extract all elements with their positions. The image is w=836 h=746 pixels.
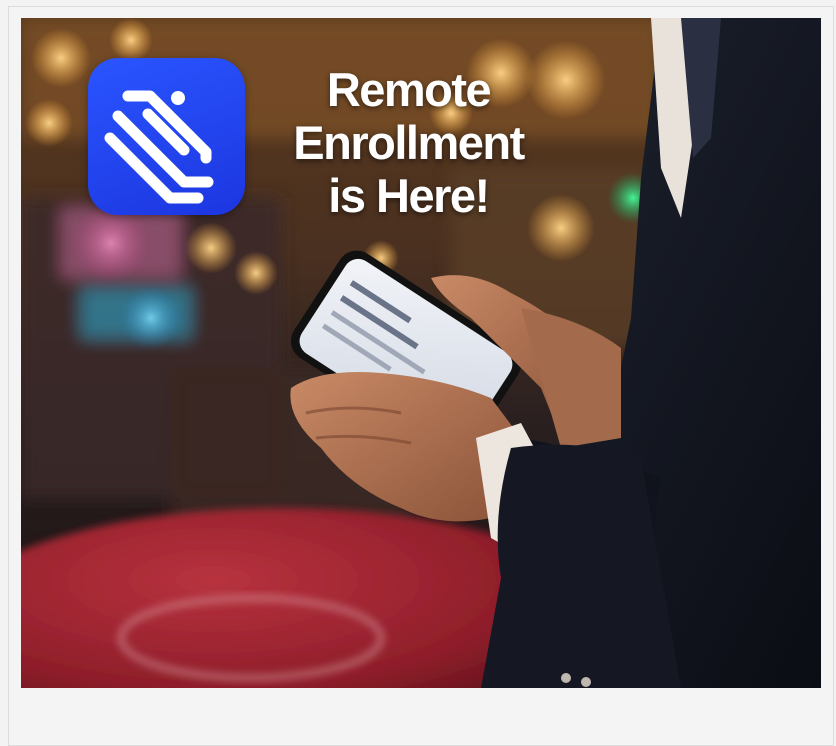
logo-app-icon	[88, 58, 245, 215]
layered-stack-icon	[104, 90, 214, 204]
hero-image: Remote Enrollment is Here!	[21, 18, 821, 688]
headline-line-3: is Here!	[328, 169, 490, 222]
headline: Remote Enrollment is Here!	[246, 63, 571, 222]
headline-line-1: Remote	[326, 63, 492, 116]
headline-line-2: Enrollment	[293, 116, 525, 169]
